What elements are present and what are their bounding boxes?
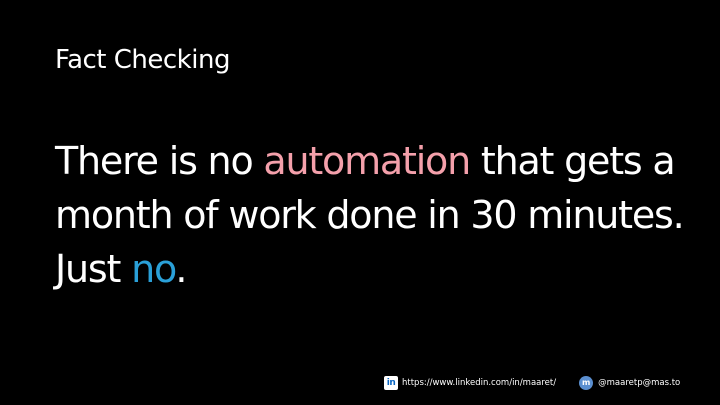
footer: in https://www.linkedin.com/in/maaret/ m… [384, 375, 680, 391]
linkedin-icon: in [384, 376, 398, 390]
mastodon-handle[interactable]: @maaretp@mas.to [598, 378, 680, 388]
slide: Fact Checking There is no automation tha… [0, 0, 720, 405]
highlight-no: no [131, 247, 176, 291]
highlight-automation: automation [263, 139, 471, 183]
linkedin-url[interactable]: https://www.linkedin.com/in/maaret/ [402, 378, 556, 388]
body-text-part-3: . [175, 247, 187, 291]
linkedin-icon-glyph: in [386, 377, 396, 388]
mastodon-icon-glyph: m [581, 378, 591, 387]
slide-title: Fact Checking [55, 45, 230, 75]
slide-body-text: There is no automation that gets a month… [55, 134, 695, 296]
body-text-part-1: There is no [55, 139, 264, 183]
mastodon-icon: m [579, 376, 594, 390]
